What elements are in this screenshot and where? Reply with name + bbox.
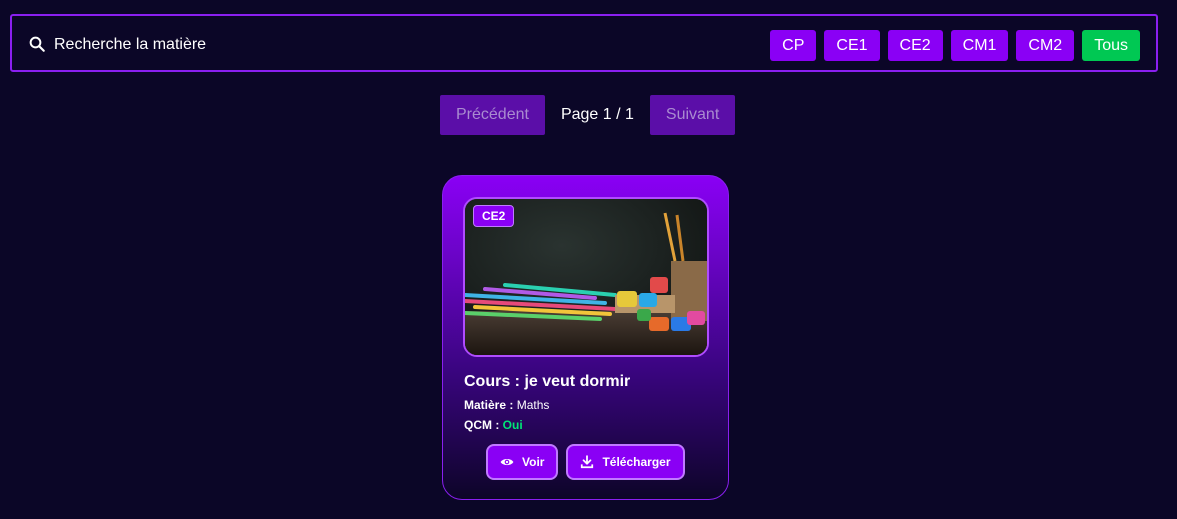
course-card: CE2 Cours : je veut dormir Matière : Mat… xyxy=(442,175,729,500)
filter-cm1-button[interactable]: CM1 xyxy=(950,30,1009,61)
qcm-value: Oui xyxy=(502,418,523,432)
search-input[interactable] xyxy=(52,30,456,60)
download-button-label: Télécharger xyxy=(602,455,671,469)
download-icon xyxy=(581,455,594,469)
download-button[interactable]: Télécharger xyxy=(566,444,685,480)
previous-page-button[interactable]: Précédent xyxy=(440,95,545,135)
course-title: Cours : je veut dormir xyxy=(464,373,631,390)
card-actions: Voir Télécharger xyxy=(486,444,685,480)
filter-all-button[interactable]: Tous xyxy=(1082,30,1140,61)
filter-ce2-button[interactable]: CE2 xyxy=(887,30,943,61)
qcm-info: QCM : Oui xyxy=(464,418,523,432)
qcm-label: QCM : xyxy=(464,418,500,432)
filter-cp-button[interactable]: CP xyxy=(770,30,817,61)
search-icon xyxy=(29,36,45,52)
view-button[interactable]: Voir xyxy=(486,444,559,480)
pagination: Précédent Page 1 / 1 Suivant xyxy=(440,95,736,135)
next-page-button[interactable]: Suivant xyxy=(649,95,736,135)
view-button-label: Voir xyxy=(522,455,545,469)
filter-cm2-button[interactable]: CM2 xyxy=(1016,30,1075,61)
level-filters: CP CE1 CE2 CM1 CM2 Tous xyxy=(770,30,1140,61)
subject-info: Matière : Maths xyxy=(464,398,549,412)
eye-icon xyxy=(500,458,514,466)
subject-value: Maths xyxy=(516,398,550,412)
subject-label: Matière : xyxy=(464,398,514,412)
course-image: CE2 xyxy=(463,197,709,357)
search-bar: CP CE1 CE2 CM1 CM2 Tous xyxy=(10,14,1158,72)
level-badge: CE2 xyxy=(473,205,515,227)
page-indicator: Page 1 / 1 xyxy=(560,106,634,123)
filter-ce1-button[interactable]: CE1 xyxy=(824,30,880,61)
